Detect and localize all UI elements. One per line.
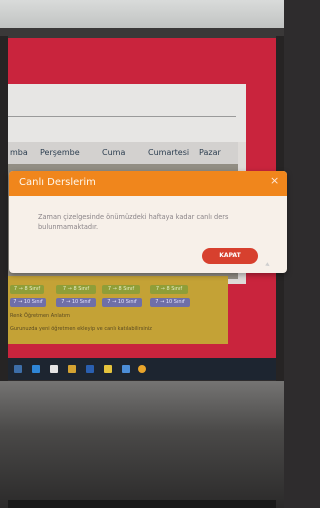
notes-icon[interactable]: [104, 365, 112, 373]
lesson-chip[interactable]: 7 → 8 Sınıf: [10, 285, 44, 294]
app-icon[interactable]: [86, 365, 94, 373]
monitor-bezel-left: [0, 36, 8, 381]
day-header-saturday: Cumartesi: [148, 148, 190, 157]
dialog-message: Zaman çizelgesinde önümüzdeki haftaya ka…: [38, 213, 229, 231]
header-divider: [8, 116, 236, 117]
lesson-chip[interactable]: 7 → 8 Sınıf: [102, 285, 140, 294]
dialog-title: Canlı Derslerim: [19, 177, 96, 188]
legend-line: Gurunuzda yeni öğretmen ekleyip ve canlı…: [10, 326, 152, 332]
chrome-icon[interactable]: [138, 365, 146, 373]
page-header-area: [8, 84, 246, 142]
keyboard: [8, 500, 276, 508]
lesson-chip[interactable]: 7 → 10 Sınıf: [10, 298, 46, 307]
lesson-chip[interactable]: 7 → 8 Sınıf: [150, 285, 188, 294]
close-button[interactable]: KAPAT: [202, 248, 258, 264]
browser-icon[interactable]: [32, 365, 40, 373]
lesson-chip[interactable]: 7 → 8 Sınıf: [56, 285, 96, 294]
lesson-chip[interactable]: 7 → 10 Sınıf: [150, 298, 190, 307]
store-icon[interactable]: [50, 365, 58, 373]
lesson-chip[interactable]: 7 → 10 Sınıf: [102, 298, 142, 307]
day-header-wednesday: mba: [10, 148, 28, 157]
laptop-base: [0, 381, 284, 508]
legend-line: Renk Öğretmen Anlatım: [10, 313, 71, 319]
close-icon[interactable]: ×: [270, 174, 279, 187]
day-header-friday: Cuma: [102, 148, 126, 157]
windows-start-icon[interactable]: [14, 365, 22, 373]
day-header-sunday: Pazar: [199, 148, 221, 157]
lesson-chip[interactable]: 7 → 10 Sınıf: [56, 298, 96, 307]
mail-icon[interactable]: [122, 365, 130, 373]
day-header-thursday: Perşembe: [40, 148, 80, 157]
folder-icon[interactable]: [68, 365, 76, 373]
